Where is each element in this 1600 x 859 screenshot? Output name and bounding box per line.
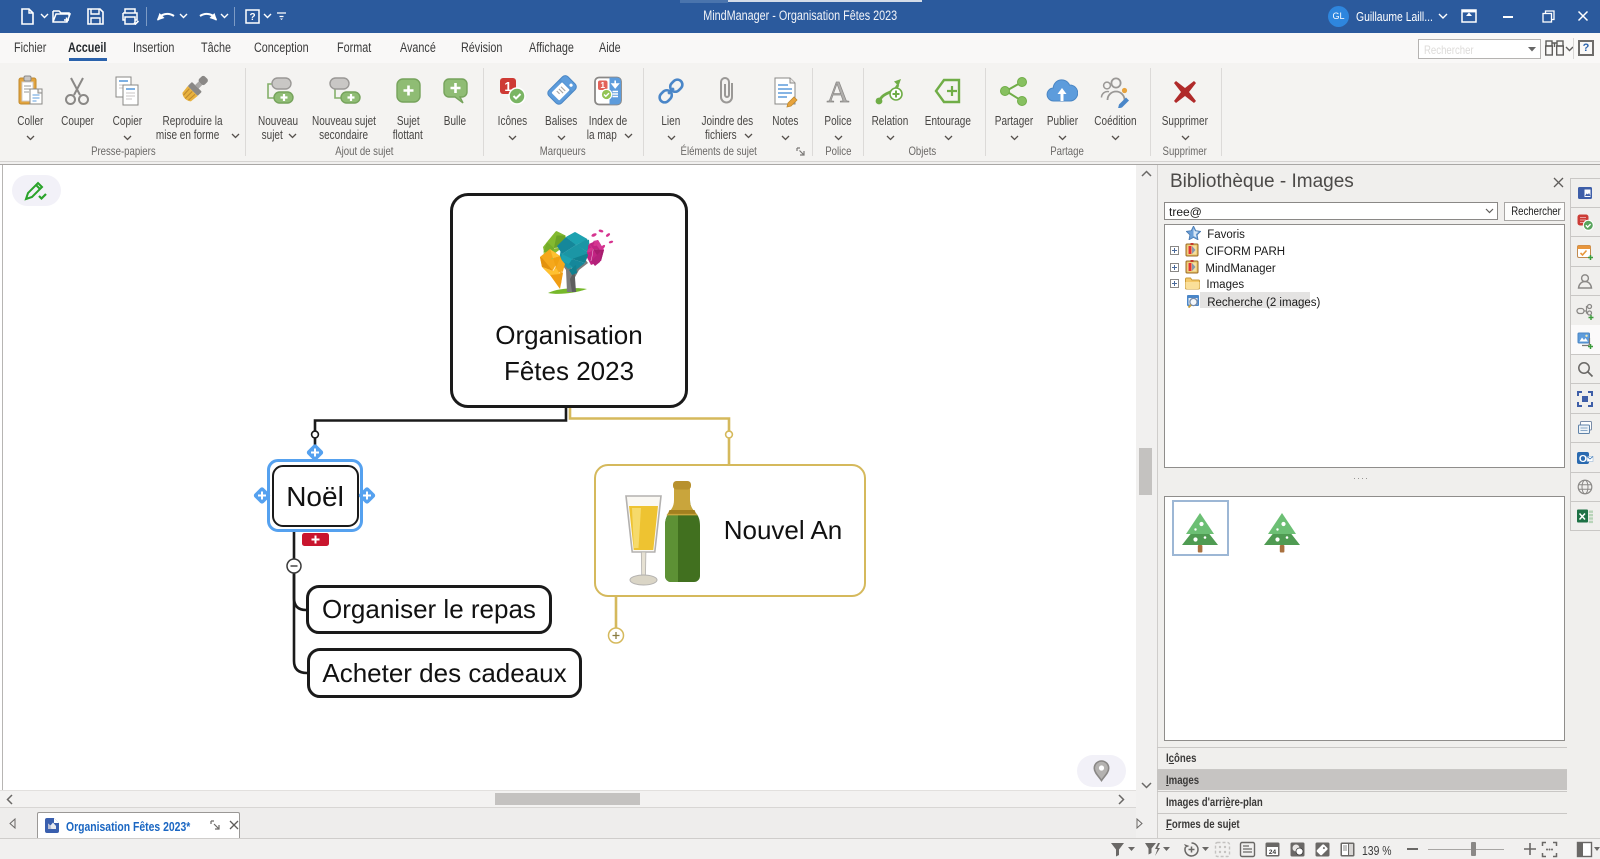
svg-text:O: O (1579, 453, 1587, 465)
svg-text:24: 24 (1269, 849, 1277, 856)
svg-text:1: 1 (600, 80, 605, 90)
